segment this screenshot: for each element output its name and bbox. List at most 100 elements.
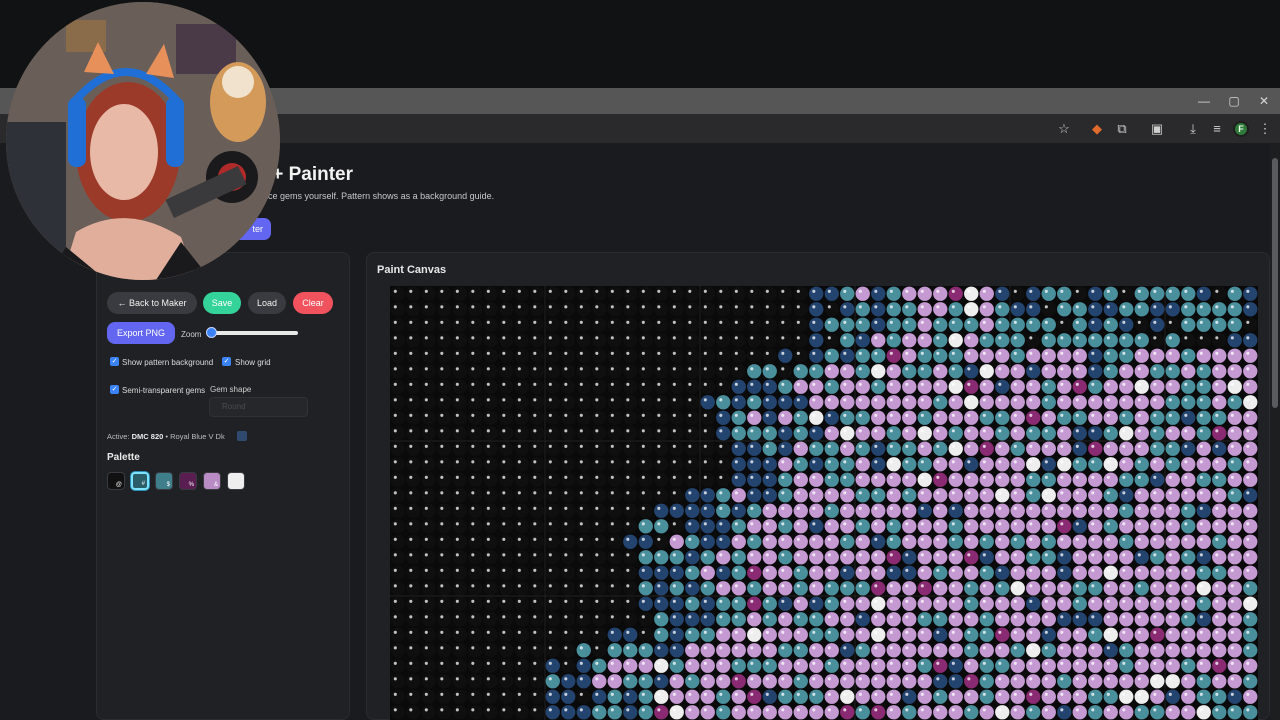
gem[interactable]: [499, 364, 514, 379]
gem[interactable]: [964, 426, 979, 441]
gem[interactable]: [1165, 643, 1180, 658]
gem[interactable]: [948, 581, 963, 596]
gem[interactable]: [762, 534, 777, 549]
gem[interactable]: [654, 441, 669, 456]
gem[interactable]: [1119, 643, 1134, 658]
gem[interactable]: [902, 643, 917, 658]
gem[interactable]: [1196, 627, 1211, 642]
gem[interactable]: [731, 519, 746, 534]
gem[interactable]: [1026, 286, 1041, 301]
gem[interactable]: [1026, 488, 1041, 503]
gem[interactable]: [933, 379, 948, 394]
gem[interactable]: [669, 674, 684, 689]
gem[interactable]: [1103, 565, 1118, 580]
gem[interactable]: [716, 441, 731, 456]
gem[interactable]: [623, 503, 638, 518]
gem[interactable]: [468, 410, 483, 425]
gem[interactable]: [685, 565, 700, 580]
gem[interactable]: [499, 379, 514, 394]
gem[interactable]: [1103, 488, 1118, 503]
gem[interactable]: [530, 457, 545, 472]
gem[interactable]: [948, 503, 963, 518]
gem[interactable]: [638, 472, 653, 487]
gem[interactable]: [406, 472, 421, 487]
gem[interactable]: [483, 364, 498, 379]
gem[interactable]: [1026, 364, 1041, 379]
gem[interactable]: [592, 472, 607, 487]
gem[interactable]: [437, 472, 452, 487]
gem[interactable]: [1103, 472, 1118, 487]
gem[interactable]: [948, 472, 963, 487]
gem[interactable]: [592, 286, 607, 301]
gem[interactable]: [499, 426, 514, 441]
gem[interactable]: [1041, 581, 1056, 596]
gem[interactable]: [979, 286, 994, 301]
gem[interactable]: [561, 302, 576, 317]
gem[interactable]: [452, 534, 467, 549]
gem[interactable]: [964, 689, 979, 704]
gem[interactable]: [1212, 286, 1227, 301]
gem[interactable]: [700, 333, 715, 348]
gem[interactable]: [1243, 317, 1258, 332]
gem[interactable]: [1196, 674, 1211, 689]
gem[interactable]: [778, 534, 793, 549]
gem[interactable]: [530, 596, 545, 611]
gem[interactable]: [1103, 426, 1118, 441]
gem[interactable]: [483, 503, 498, 518]
gem[interactable]: [406, 550, 421, 565]
gem[interactable]: [809, 488, 824, 503]
gem[interactable]: [1196, 317, 1211, 332]
gem[interactable]: [731, 627, 746, 642]
gem[interactable]: [514, 596, 529, 611]
gem[interactable]: [390, 348, 405, 363]
gem[interactable]: [1243, 643, 1258, 658]
gem[interactable]: [1010, 658, 1025, 673]
palette-swatch[interactable]: *: [227, 472, 245, 490]
gem[interactable]: [948, 488, 963, 503]
gem[interactable]: [483, 581, 498, 596]
gem[interactable]: [421, 658, 436, 673]
gem[interactable]: [421, 550, 436, 565]
gem[interactable]: [979, 317, 994, 332]
gem[interactable]: [1227, 674, 1242, 689]
gem[interactable]: [545, 472, 560, 487]
gem[interactable]: [1057, 317, 1072, 332]
gem[interactable]: [607, 565, 622, 580]
gem[interactable]: [840, 519, 855, 534]
gem[interactable]: [917, 705, 932, 720]
gem[interactable]: [607, 519, 622, 534]
gem[interactable]: [561, 410, 576, 425]
gem[interactable]: [902, 612, 917, 627]
gem[interactable]: [840, 612, 855, 627]
gem[interactable]: [1181, 519, 1196, 534]
gem[interactable]: [840, 348, 855, 363]
gem[interactable]: [1165, 317, 1180, 332]
gem[interactable]: [824, 364, 839, 379]
gem[interactable]: [530, 348, 545, 363]
gem[interactable]: [623, 627, 638, 642]
gem[interactable]: [406, 643, 421, 658]
gem[interactable]: [840, 441, 855, 456]
gem[interactable]: [917, 519, 932, 534]
gem[interactable]: [902, 534, 917, 549]
gem[interactable]: [871, 689, 886, 704]
gem[interactable]: [1134, 689, 1149, 704]
star-icon[interactable]: ☆: [1055, 120, 1073, 138]
gem[interactable]: [747, 472, 762, 487]
gem[interactable]: [933, 674, 948, 689]
gem[interactable]: [778, 612, 793, 627]
gem[interactable]: [855, 643, 870, 658]
gem[interactable]: [545, 534, 560, 549]
gem[interactable]: [840, 364, 855, 379]
gem[interactable]: [979, 674, 994, 689]
gem[interactable]: [1165, 550, 1180, 565]
gem[interactable]: [716, 705, 731, 720]
gem[interactable]: [933, 565, 948, 580]
gem[interactable]: [623, 643, 638, 658]
gem[interactable]: [623, 534, 638, 549]
gem[interactable]: [654, 379, 669, 394]
pattern-background-checkbox[interactable]: ✓: [110, 357, 119, 366]
gem[interactable]: [902, 441, 917, 456]
gem[interactable]: [623, 581, 638, 596]
gem[interactable]: [685, 286, 700, 301]
